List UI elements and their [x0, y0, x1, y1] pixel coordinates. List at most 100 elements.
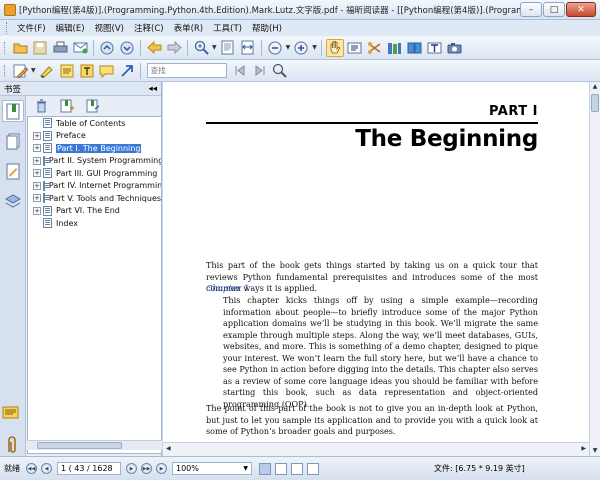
scroll-down-arrow[interactable]: ▼	[590, 446, 600, 456]
typewriter-icon[interactable]	[78, 62, 96, 80]
bookmark-item[interactable]: + Preface	[28, 130, 161, 143]
comment-icon[interactable]	[98, 62, 116, 80]
menu-edit[interactable]: 编辑(E)	[51, 22, 90, 34]
save-icon[interactable]	[31, 39, 49, 57]
scroll-right-arrow[interactable]: ▶	[581, 445, 586, 452]
find-previous-icon[interactable]	[231, 62, 249, 80]
toolbar-separator	[93, 39, 94, 56]
delete-bookmark-icon[interactable]	[32, 97, 50, 115]
note-icon[interactable]	[58, 62, 76, 80]
toolbar-separator	[140, 39, 141, 56]
expand-toggle-icon[interactable]: +	[33, 206, 41, 215]
minimize-button[interactable]: –	[520, 2, 542, 17]
bookmark-item[interactable]: Index	[28, 217, 161, 230]
menu-form[interactable]: 表单(R)	[169, 22, 209, 34]
print-icon[interactable]	[51, 39, 69, 57]
expand-toggle-icon[interactable]: +	[33, 194, 41, 203]
camera-icon[interactable]	[446, 39, 464, 57]
document-horizontal-scrollbar[interactable]: ◀ ▶	[163, 442, 589, 456]
bookmark-item[interactable]: + Part I. The Beginning	[28, 142, 161, 155]
zoom-in-icon[interactable]	[192, 39, 210, 57]
toolbar-grip	[4, 64, 7, 77]
fit-width-icon[interactable]	[239, 39, 257, 57]
select-text-icon[interactable]	[346, 39, 364, 57]
edit-pencil-icon[interactable]	[11, 62, 29, 80]
bookmark-item[interactable]: + Part VI. The End	[28, 205, 161, 218]
edit-dropdown-arrow[interactable]: ▼	[31, 67, 36, 74]
continuous-view-icon[interactable]	[275, 462, 287, 475]
attachments-icon[interactable]	[4, 436, 18, 457]
snapshot-icon[interactable]	[366, 39, 384, 57]
menu-tools[interactable]: 工具(T)	[208, 22, 247, 34]
bookmark-item[interactable]: + Part II. System Programming	[28, 155, 161, 168]
add-bookmark-icon[interactable]	[58, 97, 76, 115]
history-forward-icon[interactable]: ▶	[156, 463, 167, 474]
arrow-icon[interactable]	[118, 62, 136, 80]
zoom-dropdown-arrow[interactable]: ▼	[212, 44, 217, 51]
bookmark-panel: 书签 ◂◂ Table of Contents + Preface + Part I. …	[0, 82, 162, 456]
bookmark-item[interactable]: Table of Contents	[28, 117, 161, 130]
single-page-view-icon[interactable]	[259, 462, 271, 475]
search-input[interactable]	[146, 63, 227, 78]
forward-arrow-icon[interactable]	[165, 39, 183, 57]
book-outline-icon[interactable]	[406, 39, 424, 57]
menu-file[interactable]: 文件(F)	[12, 22, 51, 34]
page-up-icon[interactable]	[98, 39, 116, 57]
menu-help[interactable]: 帮助(H)	[247, 22, 287, 34]
collapse-panel-button[interactable]: ◂◂	[148, 84, 157, 94]
expand-toggle-icon[interactable]: +	[33, 131, 41, 140]
bookmark-properties-icon[interactable]	[84, 97, 102, 115]
maximize-button[interactable]: □	[543, 2, 565, 17]
close-button[interactable]: ✕	[566, 2, 596, 17]
continuous-facing-view-icon[interactable]	[307, 462, 319, 475]
expand-toggle-icon[interactable]: +	[33, 156, 41, 165]
facing-view-icon[interactable]	[291, 462, 303, 475]
scroll-up-arrow[interactable]: ▲	[590, 82, 600, 92]
scroll-left-arrow[interactable]: ◀	[166, 445, 171, 452]
first-page-icon[interactable]: ◀◀	[26, 463, 37, 474]
document-vertical-scrollbar[interactable]: ▲ ▼	[589, 82, 600, 456]
zoom-out-dropdown-arrow[interactable]: ▼	[286, 44, 291, 51]
books-icon[interactable]	[386, 39, 404, 57]
zoom-select[interactable]: 100% ▼	[172, 462, 252, 475]
open-folder-icon[interactable]	[11, 39, 29, 57]
pages-tab-icon[interactable]	[2, 130, 24, 152]
zoom-out-icon[interactable]	[266, 39, 284, 57]
hand-tool-icon[interactable]	[325, 38, 344, 57]
fit-page-icon[interactable]	[219, 39, 237, 57]
bookmark-item[interactable]: + Part III. GUI Programming	[28, 167, 161, 180]
comments-list-icon[interactable]	[2, 406, 20, 425]
text-box-icon[interactable]	[426, 39, 444, 57]
layers-tab-icon[interactable]	[2, 190, 24, 212]
zoom-select-arrow[interactable]: ▼	[243, 465, 248, 472]
back-arrow-icon[interactable]	[145, 39, 163, 57]
menu-comment[interactable]: 注释(C)	[129, 22, 169, 34]
search-icon[interactable]	[271, 62, 289, 80]
highlight-icon[interactable]	[38, 62, 56, 80]
page-down-icon[interactable]	[118, 39, 136, 57]
expand-toggle-icon[interactable]: +	[33, 169, 41, 178]
tree-horizontal-scrollbar[interactable]	[27, 440, 162, 450]
expand-toggle-icon[interactable]: +	[33, 181, 41, 190]
find-next-icon[interactable]	[251, 62, 269, 80]
previous-page-icon[interactable]: ◀	[41, 463, 52, 474]
tree-scrollbar-thumb[interactable]	[37, 442, 122, 449]
expand-toggle-icon[interactable]: +	[33, 144, 41, 153]
menu-bar: 文件(F) 编辑(E) 视图(V) 注释(C) 表单(R) 工具(T) 帮助(H…	[0, 20, 600, 36]
bookmark-page-icon	[42, 180, 50, 191]
email-icon[interactable]	[71, 39, 89, 57]
status-ready: 就绪	[4, 464, 20, 473]
page-number-field[interactable]: 1 ( 43 / 1628	[57, 462, 121, 475]
vertical-scrollbar-thumb[interactable]	[591, 94, 599, 112]
last-page-icon[interactable]: ▶▶	[141, 463, 152, 474]
zoom-plus-icon[interactable]	[292, 39, 310, 57]
bookmark-page-icon	[43, 130, 52, 141]
bookmarks-tab-icon[interactable]	[2, 100, 24, 122]
menu-view[interactable]: 视图(V)	[90, 22, 129, 34]
zoom-plus-dropdown-arrow[interactable]: ▼	[312, 44, 317, 51]
annotations-tab-icon[interactable]	[2, 160, 24, 182]
chapter-link[interactable]: Chapter 1	[206, 284, 249, 294]
bookmark-item[interactable]: + Part V. Tools and Techniques	[28, 192, 161, 205]
bookmark-item[interactable]: + Part IV. Internet Programming	[28, 180, 161, 193]
next-page-icon[interactable]: ▶	[126, 463, 137, 474]
